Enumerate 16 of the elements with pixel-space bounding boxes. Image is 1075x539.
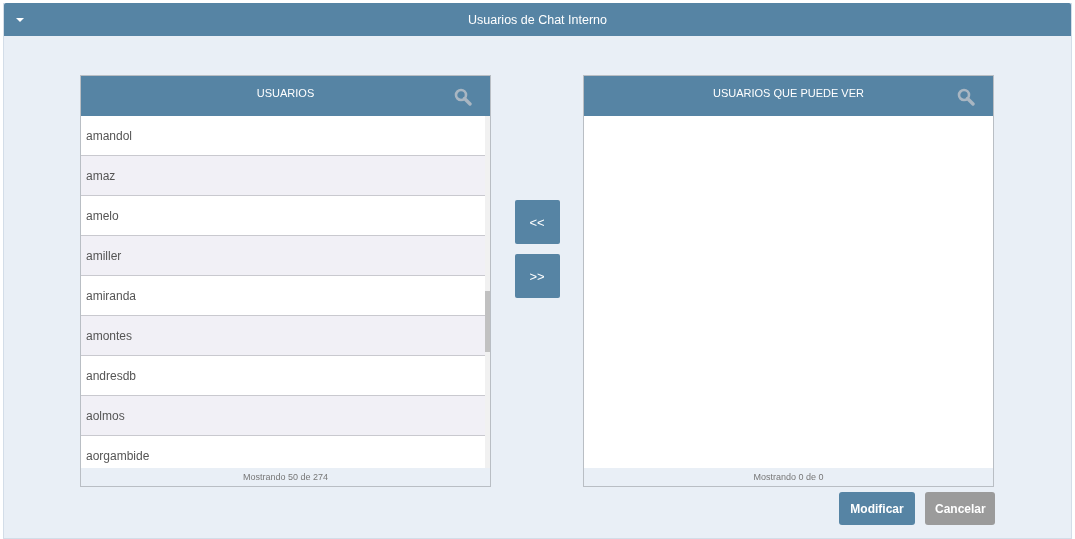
modify-button[interactable]: Modificar bbox=[839, 492, 915, 525]
panel-title: Usuarios de Chat Interno bbox=[468, 12, 607, 27]
move-button[interactable]: << bbox=[514, 200, 560, 244]
scrollbar-thumb[interactable] bbox=[485, 291, 490, 352]
list-footer: Mostrando 0 de 0 bbox=[584, 468, 993, 486]
search-icon[interactable] bbox=[957, 88, 975, 106]
list-title: USUARIOS QUE PUEDE VER bbox=[713, 87, 864, 101]
list-item[interactable]: amaz bbox=[81, 156, 485, 196]
move-button[interactable]: >> bbox=[514, 254, 560, 298]
list-title: USUARIOS bbox=[256, 87, 315, 101]
list-item[interactable]: amiller bbox=[81, 236, 485, 276]
list-item[interactable]: amontes bbox=[81, 316, 485, 356]
list-item[interactable]: aolmos bbox=[81, 396, 485, 436]
search-icon[interactable] bbox=[454, 88, 472, 106]
list-footer: Mostrando 50 de 274 bbox=[81, 468, 490, 486]
caret-icon[interactable] bbox=[15, 17, 25, 23]
